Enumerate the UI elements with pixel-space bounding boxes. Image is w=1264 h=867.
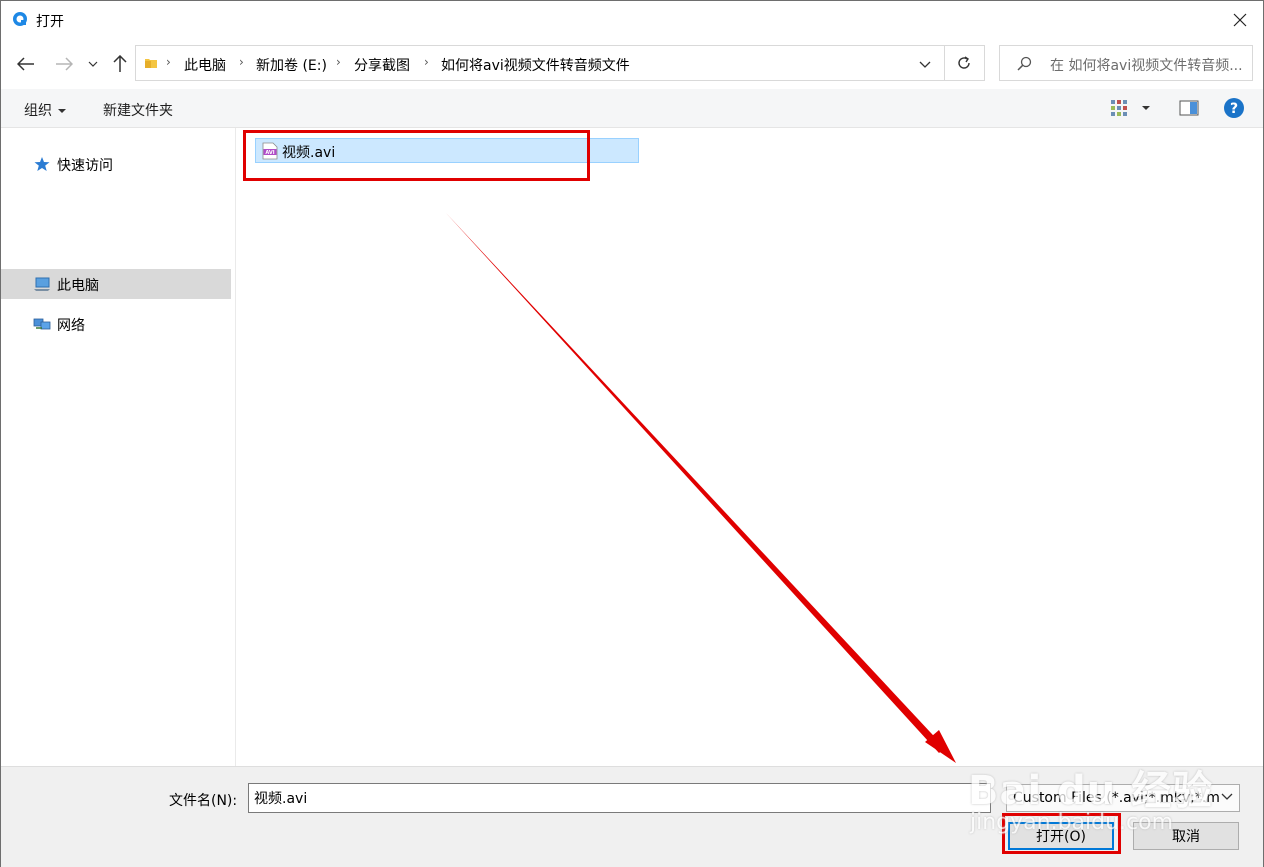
app-icon (13, 12, 27, 26)
open-file-dialog: 打开 › 此电脑 › 新加卷 (E:) › 分享截图 › 如何将avi视频文件转… (0, 0, 1264, 867)
svg-text:?: ? (1230, 101, 1238, 117)
arrow-up-icon (113, 55, 127, 72)
search-icon (1017, 56, 1032, 71)
search-input[interactable]: 在 如何将avi视频文件转音频... (1050, 55, 1250, 75)
nav-item-this-pc[interactable]: 此电脑 (1, 269, 231, 299)
breadcrumb-separator: › (166, 55, 171, 69)
arrow-left-icon (17, 57, 34, 71)
filename-label: 文件名(N): (169, 793, 238, 809)
command-toolbar: 组织 新建文件夹 ? (1, 89, 1263, 128)
nav-label-this-pc: 此电脑 (57, 278, 99, 294)
watermark-url: jingyan.baidu.com (970, 810, 1174, 835)
close-icon (1233, 13, 1247, 27)
file-list: AVI 视频.avi (236, 128, 1263, 766)
annotation-box-file (243, 130, 590, 181)
breadcrumb-this-pc[interactable]: 此电脑 (184, 55, 226, 75)
up-button[interactable] (107, 51, 133, 77)
refresh-button[interactable] (952, 52, 976, 74)
nav-item-network[interactable]: 网络 (1, 309, 231, 339)
view-dropdown-button[interactable] (1139, 98, 1153, 118)
breadcrumb-separator: › (424, 55, 429, 69)
breadcrumb-separator: › (336, 55, 341, 69)
new-folder-button[interactable]: 新建文件夹 (103, 100, 173, 120)
breadcrumb-current-folder[interactable]: 如何将avi视频文件转音频文件 (441, 55, 630, 75)
recent-locations-button[interactable] (83, 51, 103, 77)
help-icon: ? (1224, 98, 1244, 118)
organize-button[interactable]: 组织 (24, 100, 66, 120)
network-icon (33, 318, 51, 330)
arrow-right-icon (56, 57, 73, 71)
chevron-down-icon (919, 61, 931, 68)
organize-label: 组织 (24, 103, 52, 119)
computer-icon (34, 277, 50, 291)
navigation-pane: 快速访问 此电脑 网络 (1, 128, 236, 766)
breadcrumb-volume-e[interactable]: 新加卷 (E:) (256, 55, 327, 75)
folder-icon (145, 59, 157, 68)
preview-pane-icon (1179, 100, 1199, 116)
star-icon (34, 157, 50, 171)
refresh-icon (958, 56, 970, 69)
breadcrumb-separator: › (239, 55, 244, 69)
search-box[interactable]: 在 如何将avi视频文件转音频... (999, 45, 1253, 81)
caret-down-icon (58, 109, 66, 113)
address-bar[interactable]: › 此电脑 › 新加卷 (E:) › 分享截图 › 如何将avi视频文件转音频文… (135, 45, 985, 81)
caret-down-icon (1142, 106, 1150, 110)
address-divider (944, 46, 945, 80)
help-button[interactable]: ? (1223, 98, 1245, 118)
address-history-button[interactable] (914, 55, 936, 73)
grid-view-icon (1111, 100, 1127, 116)
filename-input[interactable] (248, 783, 991, 813)
window-title: 打开 (36, 14, 64, 30)
watermark-logo: Bai du 经验 (968, 768, 1214, 814)
breadcrumb-share-screenshots[interactable]: 分享截图 (354, 55, 410, 75)
view-options-button[interactable] (1109, 98, 1131, 118)
forward-button[interactable] (51, 51, 77, 77)
nav-item-quick-access[interactable]: 快速访问 (1, 149, 231, 179)
back-button[interactable] (13, 51, 39, 77)
chevron-down-icon (1221, 793, 1233, 800)
close-button[interactable] (1217, 1, 1263, 39)
chevron-down-icon (88, 61, 98, 67)
nav-label-quick-access: 快速访问 (57, 158, 113, 174)
nav-label-network: 网络 (57, 318, 85, 334)
title-bar: 打开 (1, 1, 1263, 39)
preview-pane-button[interactable] (1178, 98, 1200, 118)
